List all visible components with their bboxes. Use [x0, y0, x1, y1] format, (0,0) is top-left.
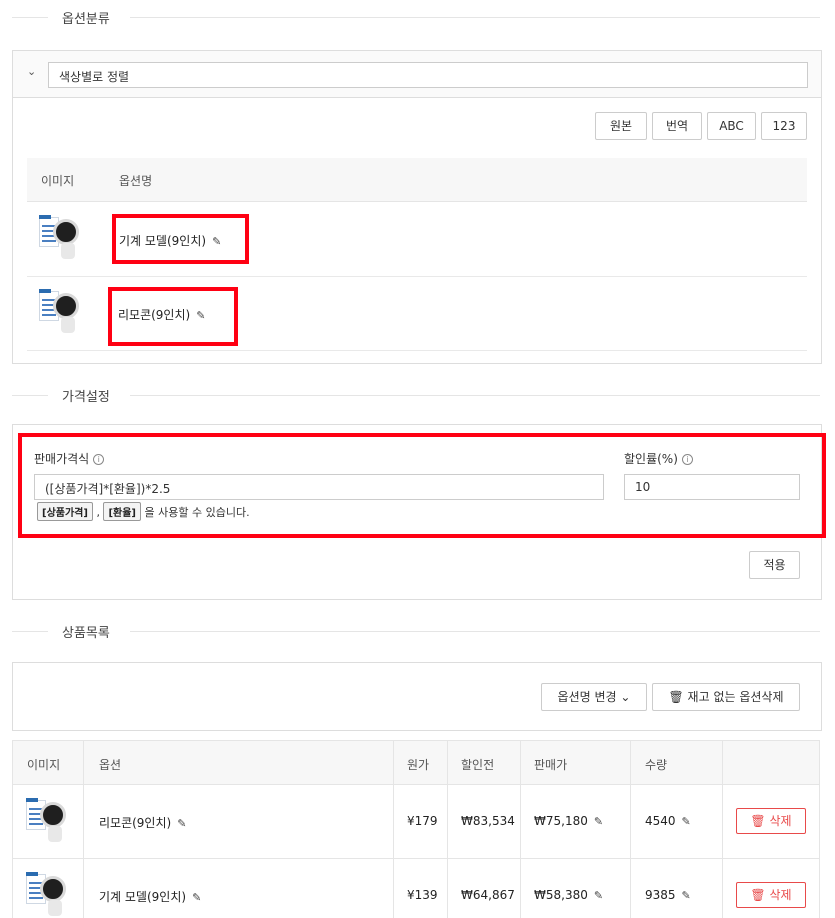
product-thumbnail — [26, 798, 70, 844]
col-qty: 수량 — [645, 758, 668, 772]
options-section-header: 옵션분류 — [0, 8, 820, 28]
product-table-header: 이미지 옵션 원가 할인전 판매가 수량 — [12, 740, 820, 785]
translate-button[interactable]: 번역 — [652, 112, 702, 140]
delete-button[interactable]: 🗑 삭제 — [736, 882, 806, 908]
option-name: 기계 모델(9인치) — [99, 890, 187, 904]
table-row: 기계 모델(9인치) ✎ ¥139 ₩64,867 ₩58,380 ✎ 9385 ✎ … — [12, 859, 820, 918]
options-section-title: 옵션분류 — [62, 12, 110, 27]
delete-out-of-stock-button[interactable]: 🗑 재고 없는 옵션삭제 — [652, 683, 800, 711]
pencil-icon[interactable]: ✎ — [594, 889, 603, 902]
pencil-icon[interactable]: ✎ — [177, 817, 186, 830]
pencil-icon[interactable]: ✎ — [594, 815, 603, 828]
sale-price-cell: ₩58,380 — [534, 888, 588, 902]
highlight-box — [18, 433, 826, 538]
apply-button[interactable]: 적용 — [749, 551, 800, 579]
delete-button[interactable]: 🗑 삭제 — [736, 808, 806, 834]
product-thumbnail — [39, 289, 83, 335]
product-thumbnail — [39, 215, 83, 261]
col-image: 이미지 — [41, 174, 75, 188]
option-sort-row: ⌄ 색상별로 정렬 — [12, 50, 822, 98]
option-sort-select[interactable]: 색상별로 정렬 — [48, 62, 808, 88]
col-before: 할인전 — [461, 758, 495, 772]
rename-option-button[interactable]: 옵션명 변경 ⌄ — [541, 683, 647, 711]
pencil-icon[interactable]: ✎ — [682, 889, 691, 902]
price-section-title: 가격설정 — [62, 390, 110, 405]
col-option-name: 옵션명 — [119, 174, 153, 188]
option-table-header: 이미지 옵션명 — [27, 158, 807, 202]
number-button[interactable]: 123 — [761, 112, 807, 140]
col-image: 이미지 — [27, 758, 61, 772]
before-price-cell: ₩64,867 — [461, 888, 515, 902]
abc-button[interactable]: ABC — [707, 112, 756, 140]
product-thumbnail — [26, 872, 70, 918]
qty-cell: 9385 — [645, 888, 676, 902]
chevron-down-icon[interactable]: ⌄ — [27, 65, 36, 78]
cost-cell: ¥139 — [407, 888, 438, 902]
original-button[interactable]: 원본 — [595, 112, 647, 140]
highlight-box — [108, 287, 238, 346]
col-cost: 원가 — [407, 758, 430, 772]
col-price: 판매가 — [534, 758, 568, 772]
products-section-header: 상품목록 — [0, 622, 820, 642]
products-section-title: 상품목록 — [62, 626, 110, 641]
col-option: 옵션 — [99, 758, 122, 772]
sale-price-cell: ₩75,180 — [534, 814, 588, 828]
pencil-icon[interactable]: ✎ — [682, 815, 691, 828]
pencil-icon[interactable]: ✎ — [192, 891, 201, 904]
table-row: 리모콘(9인치) ✎ ¥179 ₩83,534 ₩75,180 ✎ 4540 ✎ 🗑 … — [12, 785, 820, 859]
trash-icon: 🗑 — [750, 814, 766, 828]
trash-icon: 🗑 — [668, 690, 684, 704]
chevron-down-icon: ⌄ — [620, 690, 631, 704]
trash-icon: 🗑 — [750, 888, 766, 902]
qty-cell: 4540 — [645, 814, 676, 828]
price-section-header: 가격설정 — [0, 386, 820, 406]
option-name: 리모콘(9인치) — [99, 816, 172, 830]
highlight-box — [112, 214, 249, 264]
cost-cell: ¥179 — [407, 814, 438, 828]
before-price-cell: ₩83,534 — [461, 814, 515, 828]
